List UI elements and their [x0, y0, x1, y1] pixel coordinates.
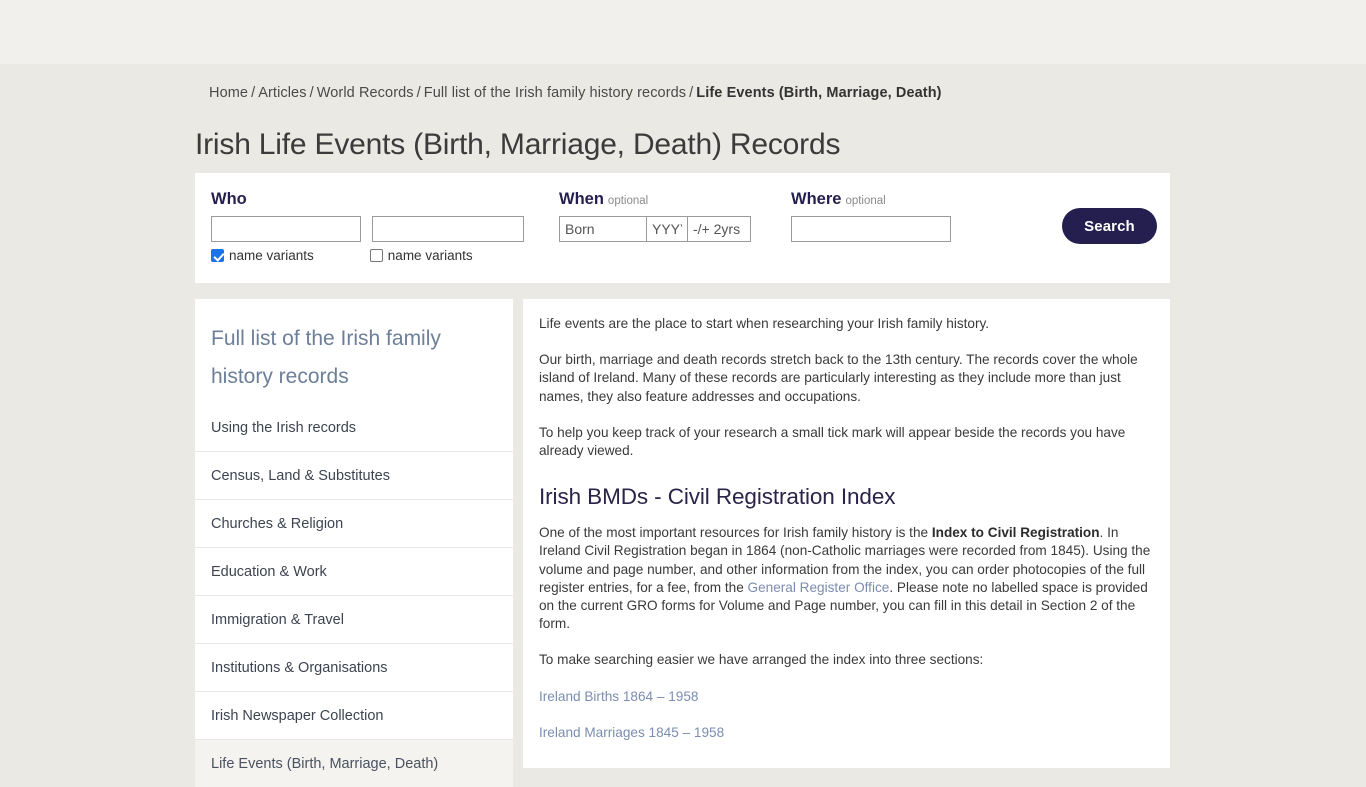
sidebar-item-education-work[interactable]: Education & Work	[195, 547, 513, 595]
page-root: Home / Articles / World Records / Full list of…	[0, 0, 1366, 787]
sidebar-item-churches-religion[interactable]: Churches & Religion	[195, 499, 513, 547]
first-name-variants-label: name variants	[229, 248, 314, 263]
when-label: When optional	[559, 190, 751, 209]
top-band	[0, 0, 1366, 64]
search-button[interactable]: Search	[1062, 208, 1157, 244]
when-field-group: When optional	[559, 190, 751, 242]
where-inputs-row	[791, 216, 951, 242]
breadcrumb-item-home[interactable]: Home	[209, 85, 248, 101]
search-panel: Who name variants name variants When opti…	[195, 173, 1170, 283]
event-type-input[interactable]	[559, 216, 647, 242]
name-variants-row: name variants name variants	[211, 248, 524, 263]
sidebar-item-using-the-irish-records[interactable]: Using the Irish records	[195, 402, 513, 451]
section-heading-civil-registration: Irish BMDs - Civil Registration Index	[539, 484, 896, 510]
who-field-group: Who name variants name variants	[211, 190, 524, 263]
who-inputs-row	[211, 216, 524, 242]
paragraph-tick-mark: To help you keep track of your research …	[539, 424, 1126, 459]
breadcrumb-item-full-list[interactable]: Full list of the Irish family history re…	[424, 85, 686, 101]
paragraph-civil-registration: One of the most important resources for …	[539, 524, 1154, 633]
breadcrumb-item-world-records[interactable]: World Records	[317, 85, 414, 101]
last-name-input[interactable]	[372, 216, 524, 242]
general-register-office-link[interactable]: General Register Office	[748, 580, 890, 595]
who-label: Who	[211, 190, 524, 209]
civil-reg-bold-term: Index to Civil Registration	[931, 525, 1100, 541]
where-label-text: Where	[791, 190, 842, 208]
article-content: Life events are the place to start when …	[523, 299, 1170, 768]
when-inputs-row	[559, 216, 751, 242]
intro-paragraph: Life events are the place to start when …	[539, 316, 990, 331]
when-optional-tag: optional	[607, 195, 649, 207]
first-name-input[interactable]	[211, 216, 361, 242]
sidebar-item-life-events[interactable]: Life Events (Birth, Marriage, Death)	[195, 739, 513, 787]
link-ireland-marriages[interactable]: Ireland Marriages 1845 – 1958	[539, 724, 1154, 742]
last-name-variants-label: name variants	[387, 248, 473, 263]
when-label-text: When	[559, 190, 604, 208]
who-label-text: Who	[211, 190, 247, 208]
breadcrumb-separator: /	[251, 85, 256, 101]
breadcrumb-separator: /	[689, 85, 694, 101]
checkbox-icon-checked[interactable]	[211, 249, 224, 262]
year-range-input[interactable]	[687, 216, 751, 242]
paragraph-sections-intro: To make searching easier we have arrange…	[539, 652, 984, 668]
first-name-variants-toggle[interactable]: name variants	[211, 248, 314, 263]
last-name-variants-toggle[interactable]: name variants	[369, 248, 473, 263]
sidebar-item-census-land-substitutes[interactable]: Census, Land & Substitutes	[195, 451, 513, 499]
link-ireland-births[interactable]: Ireland Births 1864 – 1958	[539, 688, 1154, 706]
where-field-group: Where optional	[791, 190, 951, 242]
sidebar-title: Full list of the Irish family history re…	[211, 327, 441, 388]
checkbox-icon-unchecked[interactable]	[369, 249, 383, 262]
page-title: Irish Life Events (Birth, Marriage, Deat…	[195, 128, 841, 161]
sidebar-item-institutions-organisations[interactable]: Institutions & Organisations	[195, 643, 513, 691]
breadcrumb-separator: /	[416, 85, 421, 101]
breadcrumb-item-current: Life Events (Birth, Marriage, Death)	[696, 85, 942, 101]
year-input[interactable]	[646, 216, 688, 242]
breadcrumb: Home / Articles / World Records / Full list of…	[209, 85, 942, 101]
sidebar: Full list of the Irish family history re…	[195, 299, 513, 787]
sidebar-item-immigration-travel[interactable]: Immigration & Travel	[195, 595, 513, 643]
sidebar-list: Using the Irish records Census, Land & S…	[195, 402, 513, 787]
place-input[interactable]	[791, 216, 951, 242]
where-optional-tag: optional	[845, 195, 886, 207]
breadcrumb-item-articles[interactable]: Articles	[258, 85, 306, 101]
civil-reg-text-part-1: One of the most important resources for …	[539, 525, 932, 541]
breadcrumb-separator: /	[309, 85, 314, 101]
sidebar-item-irish-newspaper-collection[interactable]: Irish Newspaper Collection	[195, 691, 513, 739]
where-label: Where optional	[791, 190, 951, 209]
paragraph-records-overview: Our birth, marriage and death records st…	[539, 352, 1138, 404]
